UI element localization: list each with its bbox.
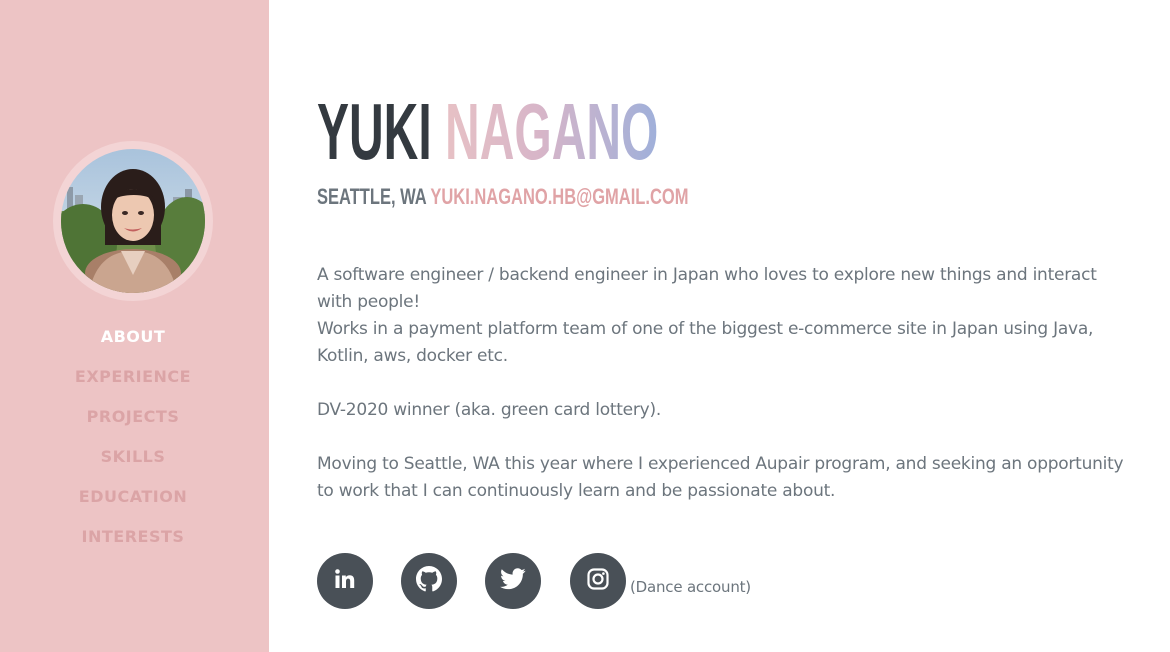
nav-item-skills[interactable]: SKILLS [0,443,266,483]
nav-item-about[interactable]: ABOUT [0,323,266,363]
bio: A software engineer / backend engineer i… [317,262,1125,505]
nav-item-education[interactable]: EDUCATION [0,483,266,523]
nav-item-experience[interactable]: EXPERIENCE [0,363,266,403]
location: SEATTLE, WA [317,184,427,209]
twitter-button[interactable] [485,553,541,609]
sidebar-nav: ABOUT EXPERIENCE PROJECTS SKILLS EDUCATI… [0,323,266,563]
instagram-button[interactable] [570,553,626,609]
social-links: (Dance account) [317,553,917,609]
profile-photo-frame [53,141,213,301]
instagram-note: (Dance account) [630,578,751,596]
last-name: NAGANO [445,87,659,176]
email-link[interactable]: YUKI.NAGANO.HB@GMAIL.COM [430,184,688,209]
nav-item-projects[interactable]: PROJECTS [0,403,266,443]
page-title: YUKI NAGANO [317,84,658,180]
contact-line: SEATTLE, WA YUKI.NAGANO.HB@GMAIL.COM [317,183,688,211]
avatar [61,149,205,293]
bio-paragraph: DV-2020 winner (aka. green card lottery)… [317,400,661,420]
nav-item-interests[interactable]: INTERESTS [0,523,266,563]
github-button[interactable] [401,553,457,609]
twitter-icon [500,568,526,594]
bio-paragraph: A software engineer / backend engineer i… [317,265,1097,312]
instagram-icon [586,567,610,595]
first-name: YUKI [317,87,432,176]
sidebar: ABOUT EXPERIENCE PROJECTS SKILLS EDUCATI… [0,0,269,652]
bio-paragraph: Works in a payment platform team of one … [317,319,1094,366]
bio-paragraph: Moving to Seattle, WA this year where I … [317,454,1124,501]
github-icon [416,566,442,596]
linkedin-button[interactable] [317,553,373,609]
linkedin-icon [333,567,357,595]
